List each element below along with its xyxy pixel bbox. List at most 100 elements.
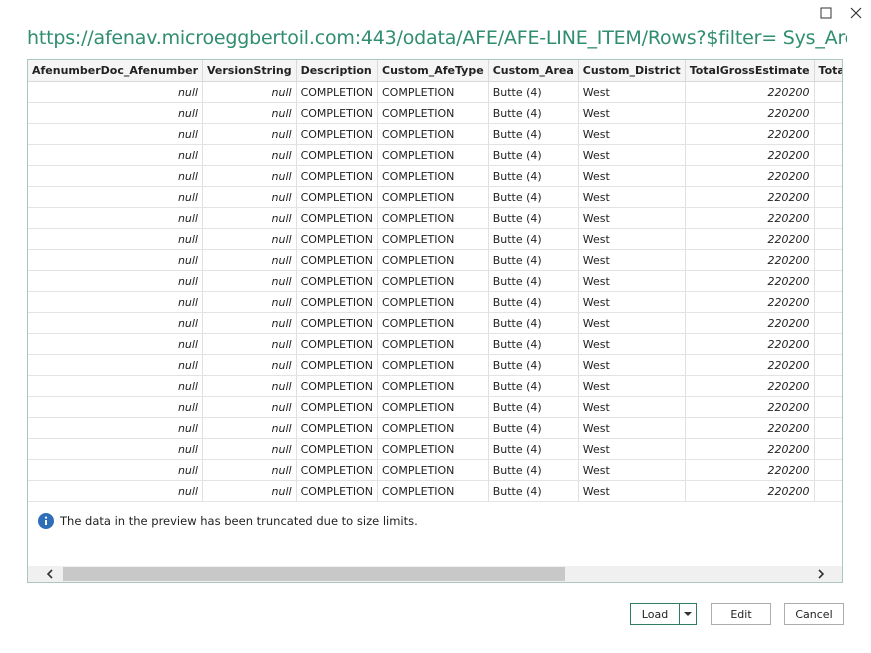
table-row[interactable]: null null COMPLETION COMPLETION Butte (4) Wes… xyxy=(28,144,842,166)
table-row[interactable]: null null COMPLETION COMPLETION Butte (4) Wes… xyxy=(28,333,842,355)
table-cell: Butte (4) xyxy=(488,165,579,187)
table-cell xyxy=(814,186,842,208)
table-cell: COMPLETION xyxy=(377,396,489,418)
table-row[interactable]: null null COMPLETION COMPLETION Butte (4) Wes… xyxy=(28,480,842,502)
table-cell xyxy=(814,102,842,124)
table-cell: COMPLETION xyxy=(377,312,489,334)
table-cell xyxy=(814,291,842,313)
table-cell: Butte (4) xyxy=(488,81,579,103)
table-cell: COMPLETION xyxy=(296,228,379,250)
table-cell: Butte (4) xyxy=(488,396,579,418)
scroll-left-button[interactable] xyxy=(40,566,60,582)
column-header[interactable]: Description xyxy=(296,60,379,82)
table-cell: 220200 xyxy=(685,144,815,166)
table-row[interactable]: null null COMPLETION COMPLETION Butte (4) Wes… xyxy=(28,375,842,397)
table-row[interactable]: null null COMPLETION COMPLETION Butte (4) Wes… xyxy=(28,459,842,481)
table-row[interactable]: null null COMPLETION COMPLETION Butte (4) Wes… xyxy=(28,312,842,334)
table-cell: COMPLETION xyxy=(377,333,489,355)
table-cell: null xyxy=(202,417,297,439)
table-row[interactable]: null null COMPLETION COMPLETION Butte (4) Wes… xyxy=(28,270,842,292)
table-row[interactable]: null null COMPLETION COMPLETION Butte (4) Wes… xyxy=(28,123,842,145)
column-header[interactable]: Custom_Area xyxy=(488,60,579,82)
chevron-down-icon xyxy=(684,611,692,616)
table-cell: 220200 xyxy=(685,396,815,418)
column-header[interactable]: TotalGrossEstimate xyxy=(685,60,815,82)
table-cell xyxy=(814,81,842,103)
table-cell: Butte (4) xyxy=(488,375,579,397)
table-cell: null xyxy=(28,375,203,397)
table-cell: West xyxy=(578,354,686,376)
table-row[interactable]: null null COMPLETION COMPLETION Butte (4) Wes… xyxy=(28,228,842,250)
maximize-button[interactable] xyxy=(816,4,836,22)
table-cell: null xyxy=(202,333,297,355)
table-cell: West xyxy=(578,81,686,103)
table-cell: 220200 xyxy=(685,375,815,397)
table-row[interactable]: null null COMPLETION COMPLETION Butte (4) Wes… xyxy=(28,396,842,418)
table-row[interactable]: null null COMPLETION COMPLETION Butte (4) Wes… xyxy=(28,81,842,103)
close-button[interactable] xyxy=(846,4,866,22)
table-cell: West xyxy=(578,270,686,292)
column-header[interactable]: AfenumberDoc_Afenumber xyxy=(28,60,203,82)
table-cell: 220200 xyxy=(685,312,815,334)
window-title: https://afenav.microeggbertoil.com:443/o… xyxy=(27,27,847,49)
table-cell: null xyxy=(202,186,297,208)
table-row[interactable]: null null COMPLETION COMPLETION Butte (4) Wes… xyxy=(28,354,842,376)
preview-grid[interactable]: AfenumberDoc_Afenumber VersionString Descr… xyxy=(28,60,842,502)
table-row[interactable]: null null COMPLETION COMPLETION Butte (4) Wes… xyxy=(28,165,842,187)
table-cell xyxy=(814,354,842,376)
table-row[interactable]: null null COMPLETION COMPLETION Butte (4) Wes… xyxy=(28,249,842,271)
table-cell: null xyxy=(202,312,297,334)
column-header[interactable]: Custom_District xyxy=(578,60,686,82)
horizontal-scrollbar[interactable] xyxy=(28,566,842,582)
table-row[interactable]: null null COMPLETION COMPLETION Butte (4) Wes… xyxy=(28,102,842,124)
table-cell: null xyxy=(202,270,297,292)
table-cell: Butte (4) xyxy=(488,249,579,271)
table-cell: COMPLETION xyxy=(377,459,489,481)
scrollbar-thumb[interactable] xyxy=(63,567,565,581)
table-cell: West xyxy=(578,480,686,502)
preview-panel: AfenumberDoc_Afenumber VersionString Descr… xyxy=(27,59,843,583)
table-cell: Butte (4) xyxy=(488,291,579,313)
table-cell xyxy=(814,375,842,397)
scroll-right-button[interactable] xyxy=(811,566,831,582)
table-row[interactable]: null null COMPLETION COMPLETION Butte (4) Wes… xyxy=(28,207,842,229)
table-cell: COMPLETION xyxy=(377,375,489,397)
edit-button[interactable]: Edit xyxy=(711,603,771,625)
column-header[interactable]: Custom_AfeType xyxy=(377,60,489,82)
load-button[interactable]: Load xyxy=(631,604,680,624)
table-cell: 220200 xyxy=(685,480,815,502)
cancel-button[interactable]: Cancel xyxy=(784,603,844,625)
load-dropdown-button[interactable] xyxy=(680,604,696,624)
table-cell: COMPLETION xyxy=(296,249,379,271)
table-cell: West xyxy=(578,396,686,418)
table-row[interactable]: null null COMPLETION COMPLETION Butte (4) Wes… xyxy=(28,417,842,439)
column-header[interactable]: TotalGro xyxy=(814,60,842,82)
table-cell: West xyxy=(578,438,686,460)
column-header[interactable]: VersionString xyxy=(202,60,297,82)
maximize-icon xyxy=(820,7,832,19)
table-cell: COMPLETION xyxy=(296,102,379,124)
table-cell: COMPLETION xyxy=(296,438,379,460)
table-cell xyxy=(814,333,842,355)
data-table: AfenumberDoc_Afenumber VersionString Descr… xyxy=(28,60,842,502)
table-cell: 220200 xyxy=(685,354,815,376)
table-cell xyxy=(814,123,842,145)
table-cell: null xyxy=(202,480,297,502)
table-cell: 220200 xyxy=(685,417,815,439)
table-cell: COMPLETION xyxy=(296,417,379,439)
table-cell: COMPLETION xyxy=(377,270,489,292)
table-cell: Butte (4) xyxy=(488,459,579,481)
table-cell: null xyxy=(202,375,297,397)
table-cell: Butte (4) xyxy=(488,186,579,208)
table-row[interactable]: null null COMPLETION COMPLETION Butte (4) Wes… xyxy=(28,186,842,208)
table-row[interactable]: null null COMPLETION COMPLETION Butte (4) Wes… xyxy=(28,291,842,313)
table-cell: West xyxy=(578,186,686,208)
table-cell: 220200 xyxy=(685,123,815,145)
table-cell: null xyxy=(202,102,297,124)
table-row[interactable]: null null COMPLETION COMPLETION Butte (4) Wes… xyxy=(28,438,842,460)
table-cell: 220200 xyxy=(685,81,815,103)
table-cell xyxy=(814,207,842,229)
table-cell: COMPLETION xyxy=(377,480,489,502)
table-cell: null xyxy=(28,396,203,418)
table-cell: Butte (4) xyxy=(488,207,579,229)
